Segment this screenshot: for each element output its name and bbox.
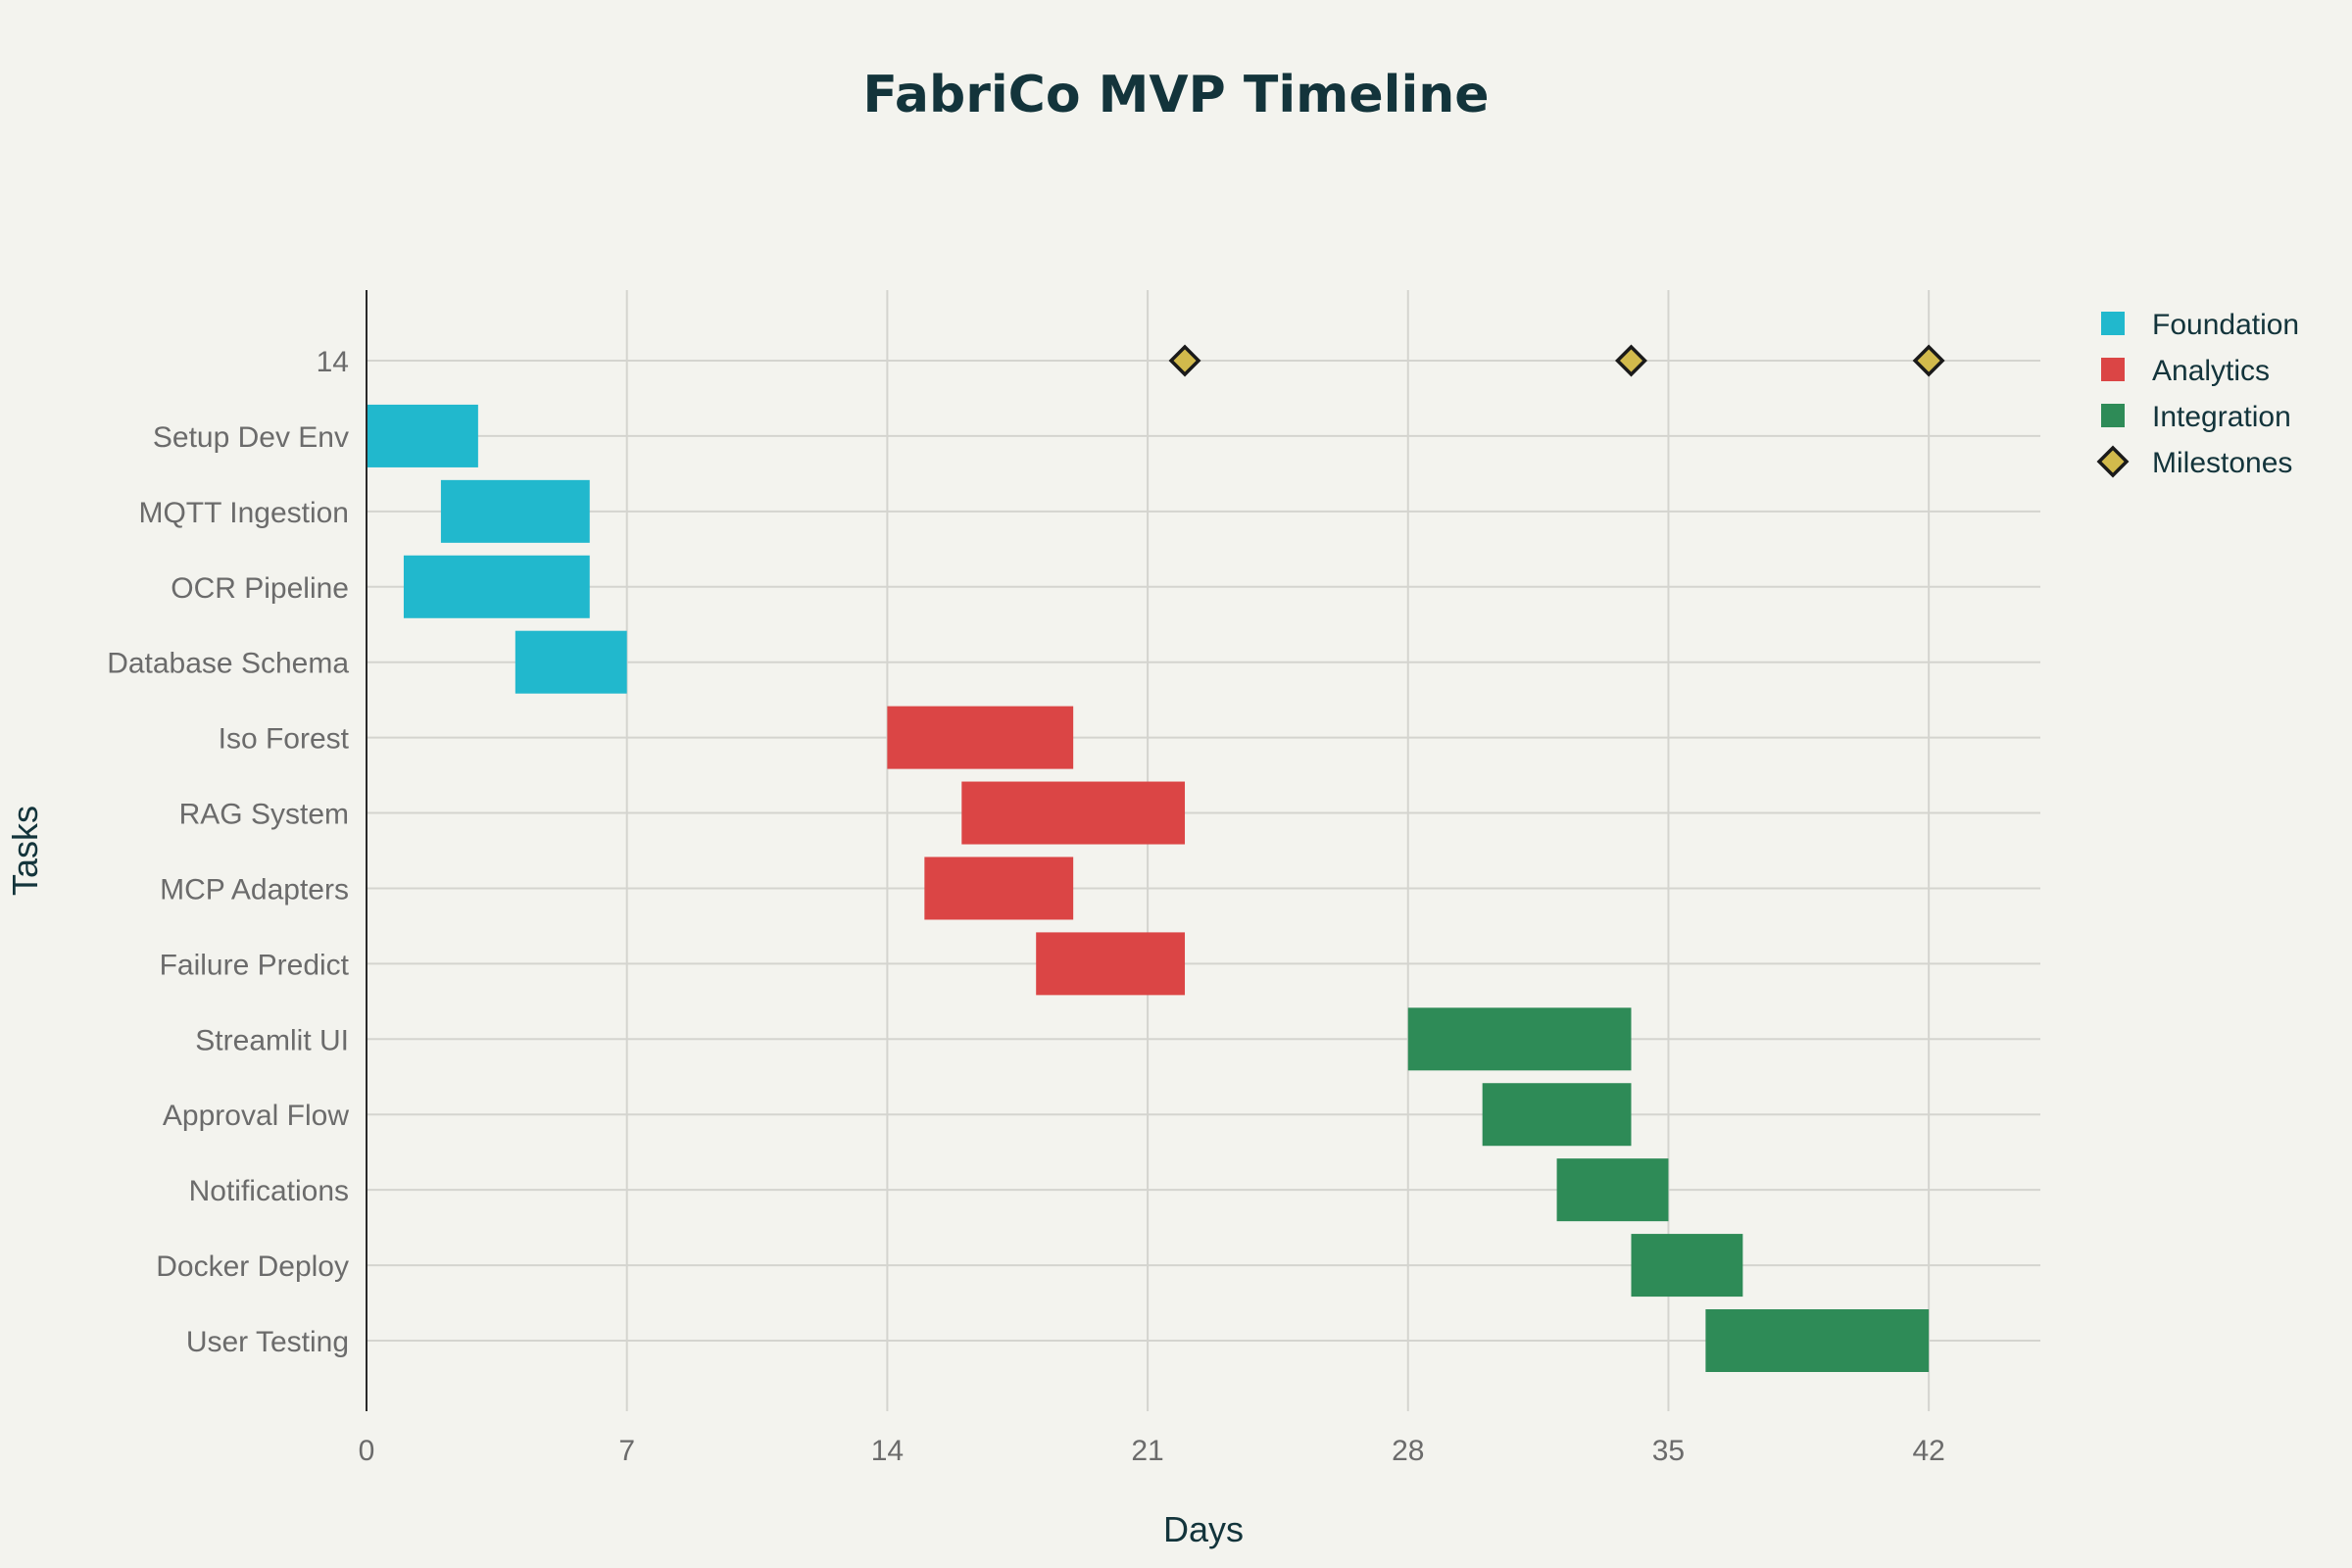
y-tick-label: Approval Flow — [163, 1100, 349, 1132]
task-bar — [367, 404, 478, 467]
y-tick-label: User Testing — [186, 1326, 349, 1358]
milestone-marker — [1168, 344, 1201, 377]
legend-swatch — [2101, 312, 2125, 335]
task-bar — [1556, 1158, 1669, 1222]
milestone-marker — [1615, 344, 1647, 377]
task-bar — [1036, 932, 1186, 996]
legend-swatch — [2101, 358, 2125, 381]
task-bar — [961, 781, 1186, 845]
y-tick-label: Setup Dev Env — [153, 421, 349, 454]
legend-label: Milestones — [2152, 447, 2292, 479]
y-tick-label: Docker Deploy — [156, 1250, 349, 1283]
x-tick-label: 21 — [1131, 1435, 1163, 1467]
legend: Foundation Analytics Integration Milestones — [2096, 309, 2299, 479]
y-tick-label: MQTT Ingestion — [138, 497, 349, 529]
task-bar — [1705, 1309, 1930, 1372]
legend-label: Foundation — [2152, 309, 2299, 341]
y-tick-label: Iso Forest — [219, 723, 350, 756]
y-tick-label: OCR Pipeline — [171, 572, 349, 605]
y-tick-label: Failure Predict — [160, 949, 350, 981]
legend-swatch — [2101, 404, 2125, 427]
y-tick-label: MCP Adapters — [160, 873, 349, 906]
y-tick-label: RAG System — [179, 799, 349, 831]
x-tick-label: 0 — [359, 1435, 375, 1467]
task-bar — [514, 630, 627, 694]
x-tick-label: 14 — [871, 1435, 904, 1467]
x-tick-label: 7 — [618, 1435, 635, 1467]
x-tick-label: 35 — [1652, 1435, 1685, 1467]
x-tick-label: 42 — [1912, 1435, 1944, 1467]
y-tick-labels: 14 Setup Dev Env MQTT Ingestion OCR Pipelin… — [107, 346, 349, 1358]
x-tick-label: 28 — [1392, 1435, 1424, 1467]
task-bar — [1407, 1007, 1632, 1071]
x-axis-title: Days — [1163, 1509, 1244, 1549]
legend-swatch — [2096, 445, 2130, 478]
legend-label: Integration — [2152, 401, 2291, 433]
task-bar — [924, 857, 1074, 920]
task-bar — [440, 479, 590, 543]
legend-label: Analytics — [2152, 355, 2270, 387]
grid — [367, 290, 2040, 1411]
y-tick-label: Notifications — [189, 1175, 349, 1207]
y-tick-label: Streamlit UI — [195, 1024, 349, 1056]
y-tick-label: Database Schema — [107, 648, 349, 680]
task-bar — [403, 555, 590, 618]
y-axis-title: Tasks — [5, 806, 45, 896]
milestone-marker — [1912, 344, 1945, 377]
task-bar — [1631, 1234, 1743, 1298]
gantt-chart: FabriCo MVP Timeline 14 Setup Dev Env MQTT… — [5, 66, 2299, 1549]
chart-title: FabriCo MVP Timeline — [862, 66, 1489, 124]
task-bar — [1482, 1083, 1632, 1147]
x-tick-labels: 0 7 14 21 28 35 42 — [359, 1435, 1945, 1467]
task-bar — [887, 706, 1074, 769]
y-tick-label: 14 — [317, 346, 349, 378]
